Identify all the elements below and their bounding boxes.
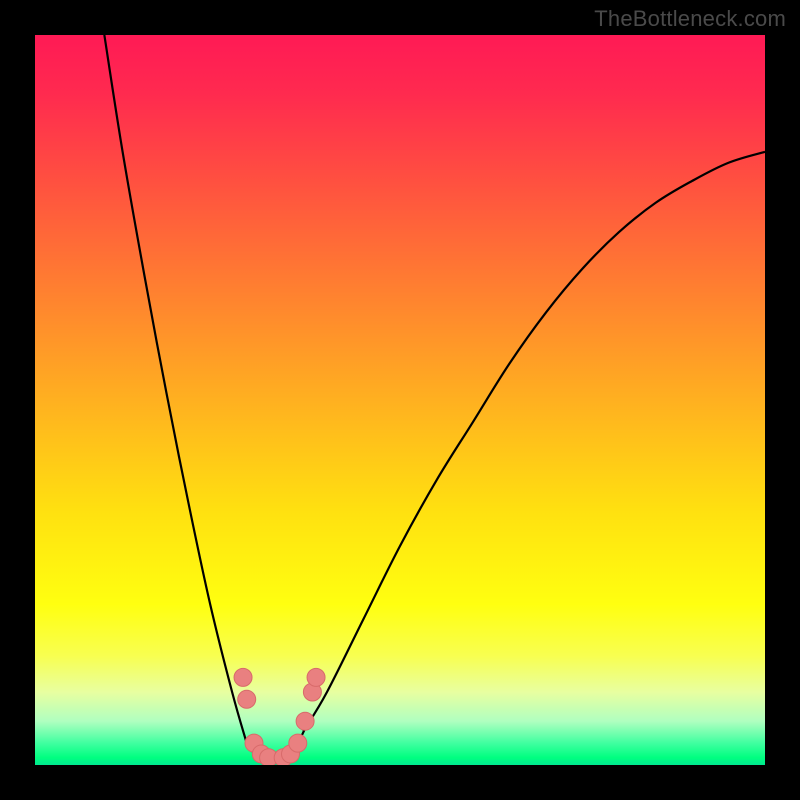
- data-marker: [289, 734, 307, 752]
- marker-group: [234, 668, 325, 765]
- curve-group: [104, 35, 765, 759]
- chart-frame: [35, 35, 765, 765]
- attribution-text: TheBottleneck.com: [594, 6, 786, 32]
- data-marker: [307, 668, 325, 686]
- bottleneck-curve: [104, 35, 765, 759]
- data-marker: [296, 712, 314, 730]
- chart-plot: [35, 35, 765, 765]
- data-marker: [234, 668, 252, 686]
- data-marker: [238, 690, 256, 708]
